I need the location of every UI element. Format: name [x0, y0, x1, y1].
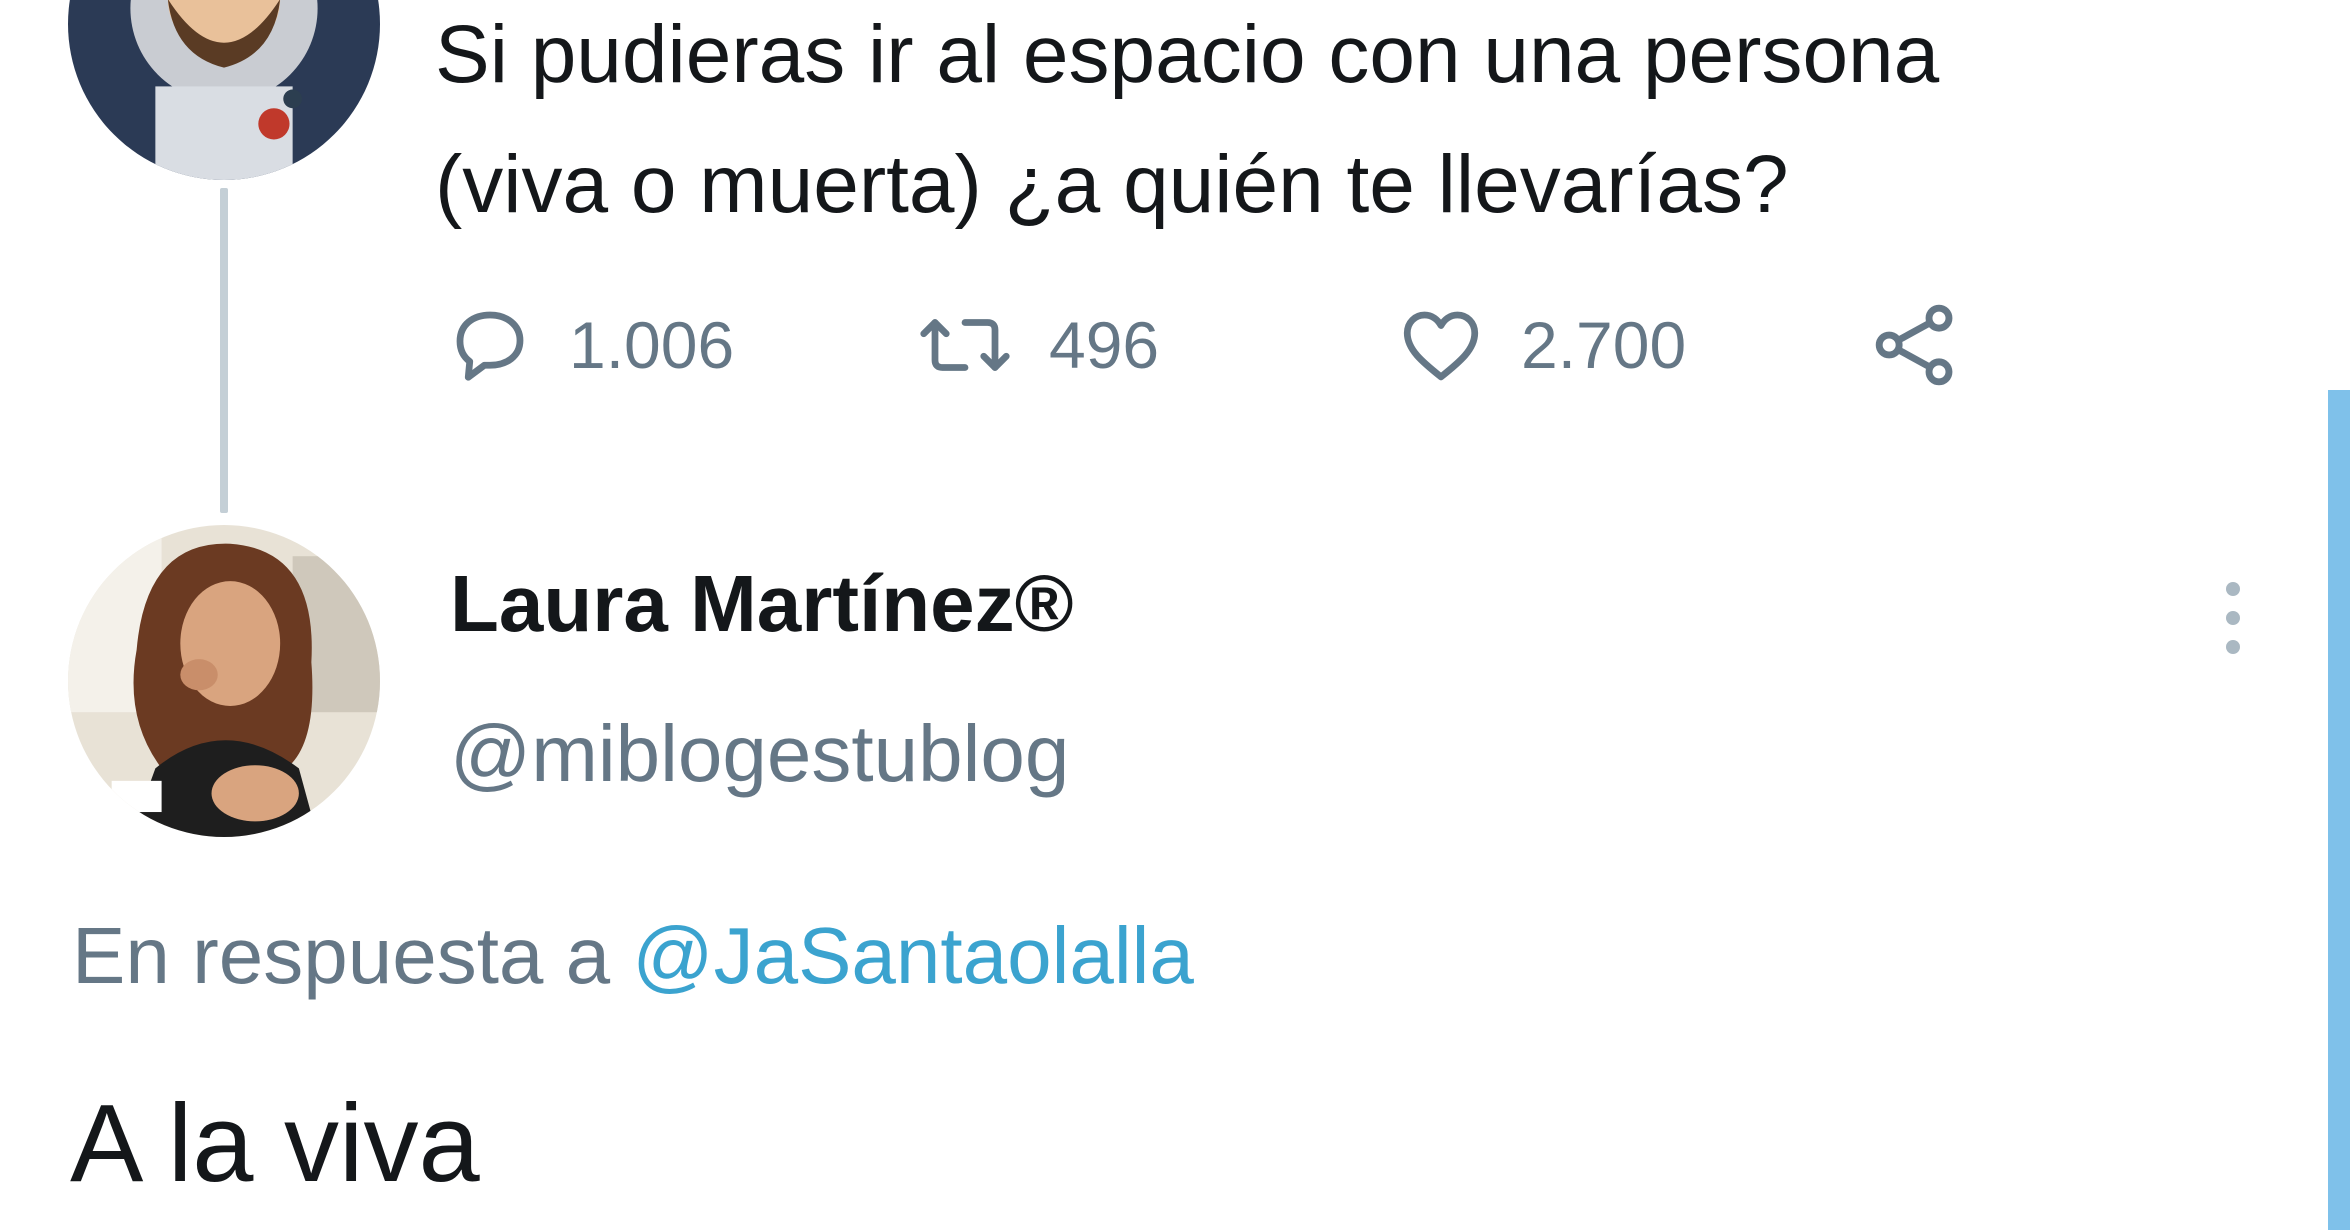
- heart-icon: [1395, 300, 1487, 390]
- thread-connector-line: [220, 188, 228, 513]
- reply-author-handle[interactable]: @miblogestublog: [450, 708, 1069, 800]
- like-button[interactable]: 2.700: [1395, 290, 1686, 400]
- tweet-body: Si pudieras ir al espacio con una person…: [435, 0, 2265, 250]
- tweet-actions: 1.006 496 2.700: [445, 290, 2045, 400]
- original-author-avatar[interactable]: [68, 0, 380, 180]
- reply-context: En respuesta a @JaSantaolalla: [72, 910, 1194, 1002]
- retweet-button[interactable]: 496: [915, 290, 1159, 400]
- reply-count: 1.006: [569, 308, 735, 382]
- tweet-text-line-2: (viva o muerta) ¿a quién te llevarías?: [435, 139, 1789, 230]
- retweet-icon: [915, 300, 1015, 390]
- scrollbar[interactable]: [2328, 390, 2350, 1230]
- like-count: 2.700: [1521, 308, 1687, 382]
- reply-context-prefix: En respuesta a: [72, 911, 611, 1000]
- reply-button[interactable]: 1.006: [445, 290, 734, 400]
- tweet-text-line-1: Si pudieras ir al espacio con una person…: [435, 9, 1940, 100]
- reply-icon: [445, 300, 535, 390]
- reply-context-mention[interactable]: @JaSantaolalla: [632, 911, 1194, 1000]
- reply-tweet-text: A la viva: [70, 1082, 480, 1205]
- reply-author-avatar[interactable]: [68, 525, 380, 837]
- more-options-icon[interactable]: [2218, 578, 2248, 658]
- share-button[interactable]: [1870, 290, 1962, 400]
- retweet-count: 496: [1049, 308, 1160, 382]
- reply-author-name[interactable]: Laura Martínez®: [450, 558, 1074, 650]
- share-icon: [1870, 299, 1962, 391]
